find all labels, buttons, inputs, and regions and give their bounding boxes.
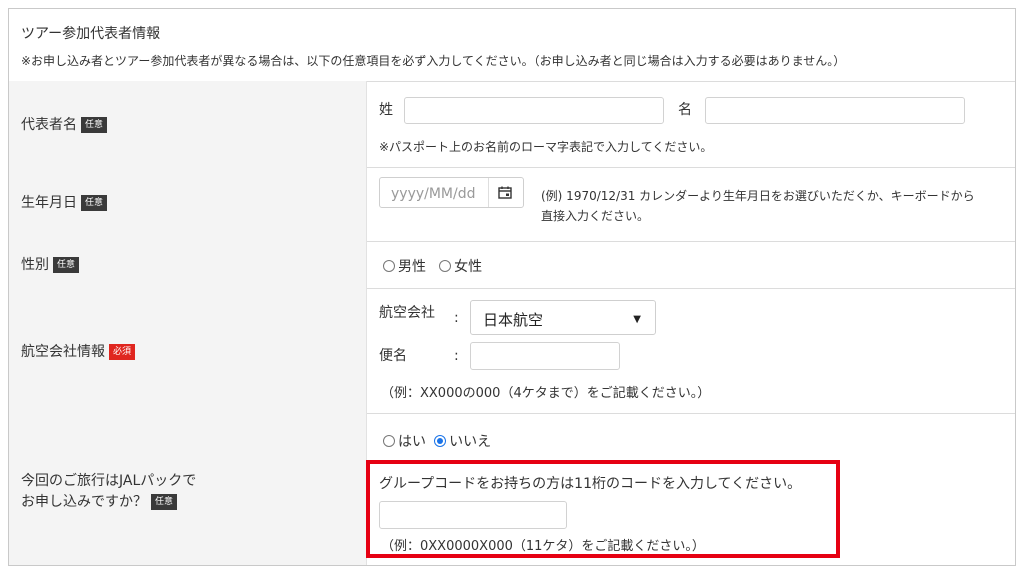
airline-label: 航空会社情報 <box>21 344 105 360</box>
optional-badge: 任意 <box>81 195 108 211</box>
section-header: ツアー参加代表者情報 ※お申し込み者とツアー参加代表者が異なる場合は、以下の任意… <box>9 9 1015 82</box>
dropdown-caret-icon: ▼ <box>633 314 641 325</box>
surname-input[interactable] <box>404 97 664 124</box>
row-representative-name: 代表者名 任意 姓 名 ※パスポート上のお名前のローマ字表記で入力してください。 <box>9 81 1015 168</box>
group-code-highlight: グループコードをお持ちの方は11桁のコードを入力してください。 （例：0XX00… <box>366 460 840 558</box>
jal-pack-label-line2: お申し込みですか？ <box>21 494 147 510</box>
birthdate-placeholder: yyyy/MM/dd <box>391 186 476 202</box>
birthdate-label: 生年月日 <box>21 195 77 211</box>
jal-pack-option-no[interactable]: いいえ <box>434 431 491 451</box>
label-cell: 生年月日 任意 <box>9 167 367 241</box>
radio-circle[interactable] <box>439 260 452 272</box>
optional-badge: 任意 <box>81 117 108 133</box>
airline-selected-value: 日本航空 <box>483 311 544 329</box>
content-cell: はい いいえ グループコードをお持ちの方は11桁のコードを入力してください。 （… <box>366 413 1015 565</box>
representative-label: 代表者名 <box>21 117 77 133</box>
section-note: ※お申し込み者とツアー参加代表者が異なる場合は、以下の任意項目を必ず入力してくだ… <box>21 54 846 68</box>
required-badge: 必須 <box>109 344 136 360</box>
form-frame: ツアー参加代表者情報 ※お申し込み者とツアー参加代表者が異なる場合は、以下の任意… <box>8 8 1016 566</box>
optional-badge: 任意 <box>151 494 178 510</box>
content-cell: 航空会社 : 日本航空 ▼ 便名 : （例：XX000の000（4ケタまで）をご… <box>366 288 1015 413</box>
radio-circle[interactable] <box>383 435 395 447</box>
calendar-icon[interactable] <box>498 186 512 199</box>
gender-option-female[interactable]: 女性 <box>439 256 482 276</box>
flight-number-input[interactable] <box>470 342 620 370</box>
birthdate-hint-line2: 直接入力ください。 <box>541 209 650 223</box>
jal-pack-option-yes[interactable]: はい <box>383 431 426 451</box>
group-code-input[interactable] <box>379 501 567 529</box>
jal-pack-no-label: いいえ <box>449 434 492 450</box>
content-cell: 男性 女性 <box>366 241 1015 288</box>
flight-number-hint: （例：XX000の000（4ケタまで）をご記載ください。） <box>381 386 711 401</box>
gender-options: 男性 女性 <box>383 256 490 276</box>
given-name-label: 名 <box>678 102 692 118</box>
jal-pack-options: はい いいえ <box>383 431 499 451</box>
jal-pack-label-line1: 今回のご旅行はJALパックで <box>21 473 197 489</box>
surname-label: 姓 <box>379 102 393 118</box>
given-name-input[interactable] <box>705 97 965 124</box>
label-cell: 性別 任意 <box>9 241 367 288</box>
gender-option-male[interactable]: 男性 <box>383 256 426 276</box>
representative-label-group: 代表者名 任意 <box>21 114 108 134</box>
content-cell: yyyy/MM/dd (例) 1970/12/31 カレンダーより生年月日をお選… <box>366 167 1015 241</box>
gender-male-label: 男性 <box>398 259 426 275</box>
airline-label-group: 航空会社情報 必須 <box>21 341 136 361</box>
airline-company-label: 航空会社 <box>379 305 435 321</box>
row-birthdate: 生年月日 任意 yyyy/MM/dd (例) 1970/12/31 カレンダーより… <box>9 167 1015 242</box>
date-divider <box>488 178 489 207</box>
birthdate-label-group: 生年月日 任意 <box>21 192 108 212</box>
label-cell: 今回のご旅行はJALパックで お申し込みですか？ 任意 <box>9 413 367 565</box>
flight-number-label: 便名 <box>379 348 407 364</box>
group-code-prompt: グループコードをお持ちの方は11桁のコードを入力してください。 <box>379 476 802 492</box>
passport-hint: ※パスポート上のお名前のローマ字表記で入力してください。 <box>379 140 713 154</box>
radio-circle-selected[interactable] <box>434 435 447 447</box>
section-title: ツアー参加代表者情報 <box>21 26 161 42</box>
content-cell: 姓 名 ※パスポート上のお名前のローマ字表記で入力してください。 <box>366 81 1015 167</box>
birthdate-hint-line1: (例) 1970/12/31 カレンダーより生年月日をお選びいただくか、キーボー… <box>541 189 975 203</box>
airline-select[interactable]: 日本航空 ▼ <box>470 300 656 335</box>
label-cell: 代表者名 任意 <box>9 81 367 167</box>
row-jal-pack: 今回のご旅行はJALパックで お申し込みですか？ 任意 はい いいえ グループコー… <box>9 413 1015 565</box>
row-airline: 航空会社情報 必須 航空会社 : 日本航空 ▼ 便名 : （例：XX000の000… <box>9 288 1015 414</box>
row-gender: 性別 任意 男性 女性 <box>9 241 1015 289</box>
jal-pack-yes-label: はい <box>398 434 426 450</box>
label-cell: 航空会社情報 必須 <box>9 288 367 413</box>
airline-company-colon: : <box>454 310 459 326</box>
birthdate-input[interactable]: yyyy/MM/dd <box>379 177 524 208</box>
flight-number-colon: : <box>454 348 459 364</box>
group-code-hint: （例：0XX0000X000（11ケタ）をご記載ください。） <box>381 539 705 554</box>
gender-female-label: 女性 <box>454 259 483 275</box>
jal-pack-label-group: お申し込みですか？ 任意 <box>21 491 178 511</box>
optional-badge: 任意 <box>53 257 80 273</box>
radio-circle[interactable] <box>383 260 395 272</box>
gender-label: 性別 <box>21 257 49 273</box>
gender-label-group: 性別 任意 <box>21 254 80 274</box>
